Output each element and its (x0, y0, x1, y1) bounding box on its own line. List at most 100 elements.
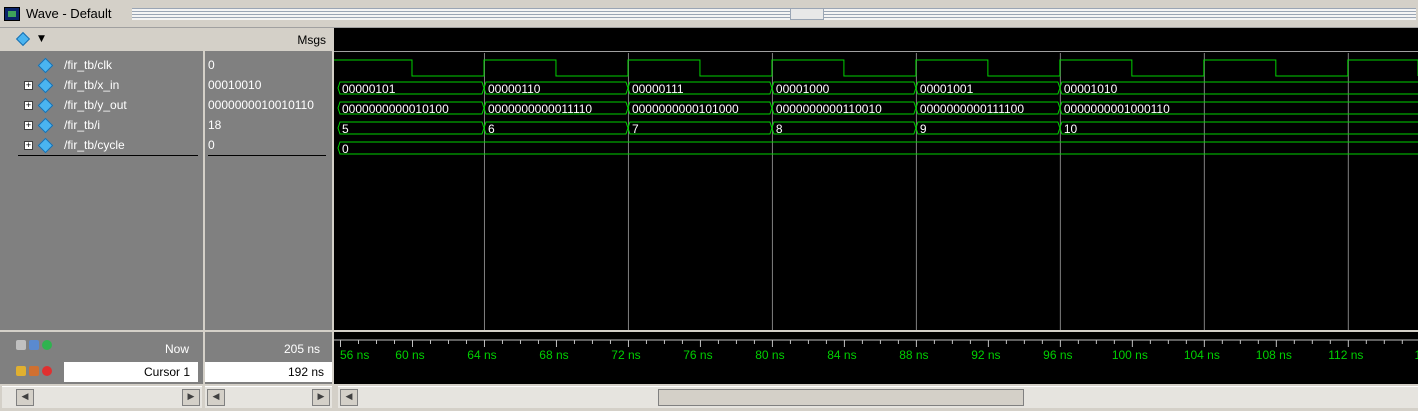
wave-tool-icon[interactable] (15, 31, 31, 47)
signal-diamond-icon (37, 77, 54, 94)
i-segment (771, 121, 917, 135)
signal-value-row[interactable]: 0 (205, 56, 332, 76)
signal-row[interactable]: + /fir_tb/y_out (0, 96, 203, 116)
signal-list-end-line (208, 155, 326, 156)
now-value: 205 ns (283, 342, 320, 356)
i-value-label: 9 (920, 122, 927, 136)
wave-scrollbar-thumb[interactable] (658, 389, 1024, 406)
ruler-tick-label: 56 ns (340, 348, 369, 362)
expand-icon[interactable]: + (24, 121, 33, 130)
y-out-value-label: 0000000000111100 (920, 102, 1024, 116)
window-titlebar: Wave - Default (0, 0, 1418, 28)
ruler-tick-label: 68 ns (539, 348, 568, 362)
ruler-tick-label: 104 ns (1184, 348, 1220, 362)
signal-value: 18 (208, 118, 222, 132)
x-in-value-label: 00000110 (488, 82, 541, 96)
signal-value-row[interactable]: 0 (205, 136, 332, 156)
signal-name: /fir_tb/cycle (64, 138, 125, 152)
lock-icon[interactable] (16, 366, 26, 376)
delete-cursor-icon[interactable] (42, 366, 52, 376)
expand-icon[interactable]: + (24, 101, 33, 110)
ruler-tick-label: 108 ns (1256, 348, 1292, 362)
cursor-toolbar-icons (16, 366, 60, 380)
waveform-canvas[interactable]: 00000101 00000110 00000111 00001000 00001001… (334, 53, 1418, 330)
i-value-label: 10 (1064, 122, 1078, 136)
scroll-left-icon[interactable]: ◀ (16, 389, 34, 406)
i-segment (1059, 121, 1418, 135)
signal-value: 0 (208, 58, 215, 72)
ruler-tick-label: 64 ns (467, 348, 496, 362)
y-out-value-label: 0000000000011110 (488, 102, 592, 116)
titlebar-grip-handle[interactable] (790, 8, 824, 20)
i-segment (915, 121, 1061, 135)
i-segment (483, 121, 629, 135)
signal-value: 0 (208, 138, 215, 152)
ruler-tick-label: 1 (1414, 348, 1418, 362)
now-label: Now (164, 342, 189, 356)
signal-values-pane: Msgs 0 00010010 0000000010010110 18 0 (205, 28, 332, 330)
scroll-left-icon[interactable]: ◀ (207, 389, 225, 406)
signal-value-row[interactable]: 18 (205, 116, 332, 136)
window-title: Wave - Default (26, 6, 112, 21)
x-in-value-label: 00000101 (342, 82, 396, 96)
scroll-left-icon[interactable]: ◀ (340, 389, 358, 406)
now-cursor-label-pane: Now Cursor 1 (0, 332, 203, 384)
i-value-label: 7 (632, 122, 639, 136)
expand-icon[interactable]: + (24, 81, 33, 90)
signal-diamond-icon (37, 117, 54, 134)
values-scrollbar[interactable]: ◀ ▶ (205, 386, 332, 408)
i-value-label: 8 (776, 122, 783, 136)
edit-cursor-icon[interactable] (29, 366, 39, 376)
ruler-tick-label: 76 ns (683, 348, 712, 362)
i-value-label: 5 (342, 122, 349, 136)
ruler-tick-label: 80 ns (755, 348, 784, 362)
scroll-right-icon[interactable]: ▶ (312, 389, 330, 406)
add-cursor-icon[interactable] (29, 340, 39, 350)
i-segment (337, 121, 485, 135)
insert-cursor-icon[interactable] (42, 340, 52, 350)
waveform-pane[interactable]: 00000101 00000110 00000111 00001000 00001001… (334, 28, 1418, 330)
signal-row[interactable]: /fir_tb/clk (0, 56, 203, 76)
i-segment (627, 121, 773, 135)
signal-row[interactable]: + /fir_tb/x_in (0, 76, 203, 96)
ruler-tick-label: 88 ns (899, 348, 928, 362)
signal-diamond-icon (37, 57, 54, 74)
signal-value: 0000000010010110 (208, 98, 314, 112)
signal-value-row[interactable]: 0000000010010110 (205, 96, 332, 116)
signal-value-row[interactable]: 00010010 (205, 76, 332, 96)
ruler-tick-label: 96 ns (1043, 348, 1072, 362)
x-in-value-label: 00001001 (920, 82, 974, 96)
names-scrollbar[interactable]: ◀ ▶ (2, 386, 202, 408)
waveform-header (334, 28, 1418, 52)
x-in-value-label: 00000111 (632, 82, 684, 96)
ruler-tick-label: 100 ns (1112, 348, 1148, 362)
cursor-name-box[interactable]: Cursor 1 (64, 362, 198, 382)
signal-row[interactable]: + /fir_tb/i (0, 116, 203, 136)
signal-name: /fir_tb/clk (64, 58, 113, 72)
signal-row[interactable]: + /fir_tb/cycle (0, 136, 203, 156)
cycle-segment (337, 141, 1418, 155)
clk-waveform (334, 59, 1418, 77)
ruler-tick-label: 84 ns (827, 348, 856, 362)
ruler-tick-label: 112 ns (1328, 348, 1363, 362)
signal-name: /fir_tb/i (64, 118, 101, 132)
cursor-label: Cursor 1 (143, 365, 190, 379)
ruler-tick-label: 72 ns (611, 348, 640, 362)
signal-name: /fir_tb/y_out (64, 98, 127, 112)
titlebar-grip-stripes[interactable] (132, 8, 1416, 20)
cursor-value-box[interactable]: 192 ns (205, 362, 332, 382)
msgs-label: Msgs (297, 33, 326, 47)
zoom-icon[interactable] (16, 340, 26, 350)
scroll-right-icon[interactable]: ▶ (182, 389, 200, 406)
chevron-down-icon[interactable]: ▼ (38, 34, 45, 44)
timeline-ruler[interactable]: 56 ns 60 ns 64 ns 68 ns 72 ns 76 ns 80 ns 84 ns… (334, 332, 1418, 384)
values-header: Msgs (205, 28, 332, 52)
y-out-value-label: 0000000001000110 (1064, 102, 1170, 116)
wave-scrollbar[interactable]: ◀ (338, 386, 1418, 408)
y-out-value-label: 0000000000110010 (776, 102, 882, 116)
names-header: ▼ (0, 28, 203, 52)
signal-diamond-icon (37, 97, 54, 114)
y-out-value-label: 0000000000101000 (632, 102, 739, 116)
timeline-pane[interactable]: 56 ns 60 ns 64 ns 68 ns 72 ns 76 ns 80 ns 84 ns… (334, 332, 1418, 384)
expand-icon[interactable]: + (24, 141, 33, 150)
